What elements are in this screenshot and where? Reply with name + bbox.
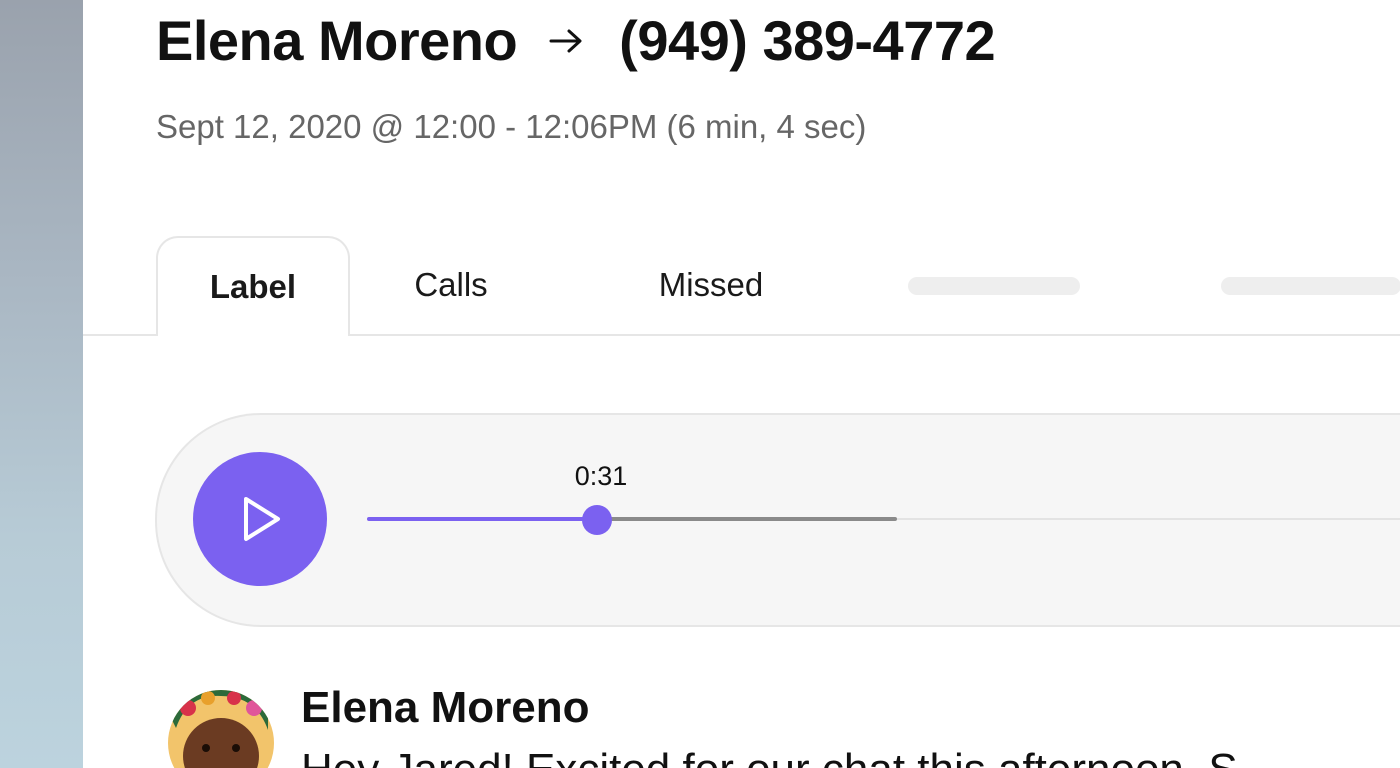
phone-number: (949) 389-4772 — [619, 9, 996, 72]
message-text: Hey Jared! Excited for our chat this aft… — [301, 745, 1400, 768]
track-played[interactable] — [367, 517, 597, 521]
page: Elena Moreno (949) 389-4772 Sept 12, 202… — [0, 0, 1400, 768]
track-remaining-faint — [897, 518, 1400, 520]
arrow-right-icon — [549, 29, 582, 52]
tab-placeholder — [908, 277, 1080, 295]
current-time-label: 0:31 — [574, 461, 628, 491]
scrub-handle[interactable] — [582, 505, 612, 535]
message-author: Elena Moreno — [301, 683, 590, 732]
call-detail-panel: Elena Moreno (949) 389-4772 Sept 12, 202… — [83, 0, 1400, 768]
call-datetime: Sept 12, 2020 @ 12:00 - 12:06PM (6 min, … — [156, 108, 867, 145]
caller-name: Elena Moreno — [156, 9, 518, 72]
tab-bar: Label Calls Missed — [156, 236, 1400, 336]
tab-missed[interactable]: Missed — [616, 236, 806, 334]
tab-calls[interactable]: Calls — [386, 236, 516, 334]
avatar — [168, 690, 274, 768]
avatar-image — [168, 690, 274, 768]
left-sidebar-backdrop — [0, 0, 83, 768]
tab-label[interactable]: Label — [156, 236, 350, 336]
call-title: Elena Moreno (949) 389-4772 — [156, 8, 996, 73]
play-icon — [244, 497, 280, 541]
tab-placeholder — [1221, 277, 1400, 295]
play-button[interactable] — [193, 452, 327, 586]
audio-player: 0:31 — [155, 413, 1400, 627]
